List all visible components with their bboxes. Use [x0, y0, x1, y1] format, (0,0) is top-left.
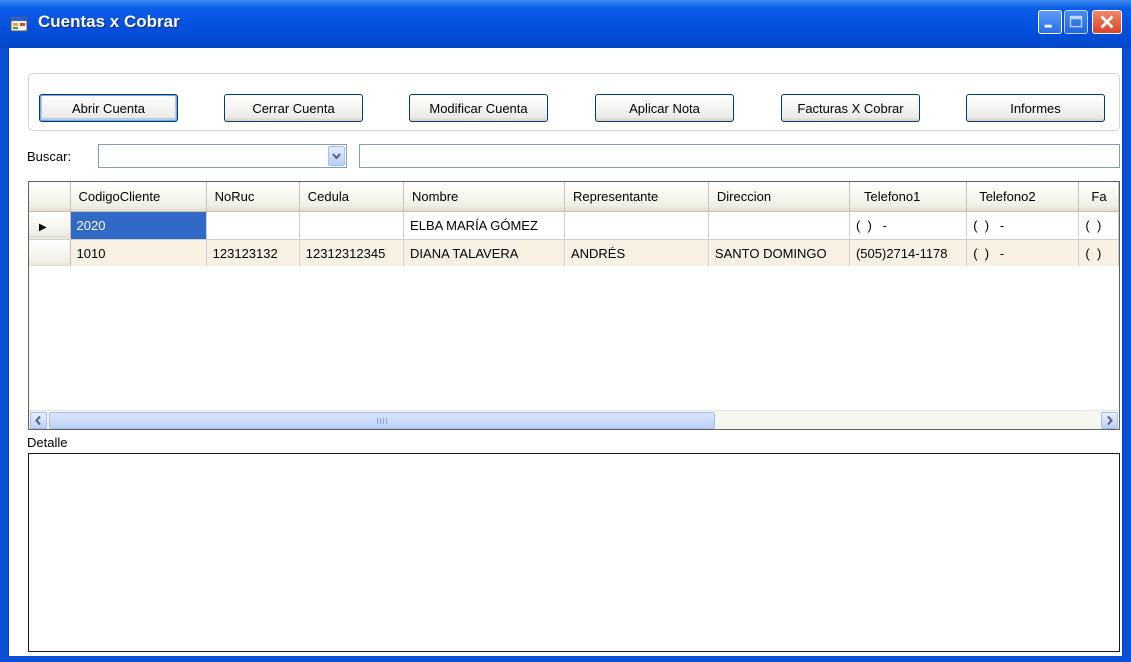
minimize-icon: [1044, 24, 1052, 28]
table-cell[interactable]: [708, 211, 850, 240]
detail-panel[interactable]: [28, 453, 1120, 652]
title-bar[interactable]: Cuentas x Cobrar: [0, 0, 1131, 48]
table-cell[interactable]: ( ) -: [966, 211, 1080, 240]
column-header[interactable]: Telefono2: [966, 182, 1080, 212]
column-header[interactable]: Nombre: [403, 182, 565, 212]
table-cell[interactable]: (505)2714-1178: [849, 239, 968, 268]
horizontal-scrollbar[interactable]: [29, 410, 1119, 429]
actions-groupbox: Abrir Cuenta Cerrar Cuenta Modificar Cue…: [28, 73, 1120, 131]
app-form-icon: [10, 16, 28, 32]
table-cell[interactable]: 12312312345: [299, 239, 405, 268]
table-cell[interactable]: ( ) -: [849, 211, 968, 240]
close-button[interactable]: [1092, 10, 1122, 34]
facturas-x-cobrar-button[interactable]: Facturas X Cobrar: [781, 94, 920, 122]
cerrar-cuenta-button[interactable]: Cerrar Cuenta: [224, 94, 363, 122]
scroll-thumb[interactable]: [49, 412, 715, 429]
table-cell[interactable]: ELBA MARÍA GÓMEZ: [403, 211, 565, 240]
table-cell[interactable]: 1010: [70, 239, 207, 268]
chevron-left-icon: [35, 415, 41, 426]
detalle-label: Detalle: [27, 435, 68, 450]
combo-dropdown-button[interactable]: [328, 146, 345, 166]
corner-header[interactable]: [29, 182, 71, 212]
minimize-button[interactable]: [1038, 10, 1062, 34]
scroll-right-button[interactable]: [1101, 412, 1118, 429]
table-cell[interactable]: DIANA TALAVERA: [403, 239, 565, 268]
column-header[interactable]: Direccion: [708, 182, 850, 212]
datagrid-empty-area: [29, 266, 1119, 410]
current-row-indicator-icon: ▶: [39, 221, 47, 233]
close-icon: [1100, 15, 1114, 29]
scroll-left-button[interactable]: [30, 412, 47, 429]
form-client-area: Abrir Cuenta Cerrar Cuenta Modificar Cue…: [8, 48, 1123, 656]
chevron-right-icon: [1107, 415, 1113, 426]
table-cell[interactable]: SANTO DOMINGO: [708, 239, 850, 268]
table-cell[interactable]: 2020: [70, 211, 207, 240]
datagrid-table: CodigoCliente NoRuc Cedula Nombre Repres…: [29, 182, 1119, 268]
window-title: Cuentas x Cobrar: [38, 12, 180, 31]
scroll-grip: [377, 418, 387, 424]
app-window: Cuentas x Cobrar Abrir Cuenta Cerrar Cue…: [0, 0, 1131, 662]
abrir-cuenta-button[interactable]: Abrir Cuenta: [39, 94, 178, 122]
aplicar-nota-button[interactable]: Aplicar Nota: [595, 94, 734, 122]
table-cell[interactable]: [299, 211, 405, 240]
maximize-button[interactable]: [1064, 10, 1088, 34]
column-header[interactable]: Cedula: [299, 182, 405, 212]
table-cell[interactable]: ( ): [1078, 211, 1119, 240]
search-input[interactable]: [359, 144, 1120, 168]
table-cell[interactable]: ANDRÉS: [564, 239, 709, 268]
table-cell[interactable]: ( ) -: [966, 239, 1080, 268]
modificar-cuenta-button[interactable]: Modificar Cuenta: [409, 94, 548, 122]
column-header[interactable]: Telefono1: [849, 182, 968, 212]
row-header[interactable]: [29, 239, 71, 268]
column-header[interactable]: NoRuc: [206, 182, 300, 212]
column-header[interactable]: Representante: [564, 182, 709, 212]
clients-datagrid[interactable]: CodigoCliente NoRuc Cedula Nombre Repres…: [28, 181, 1120, 430]
table-cell[interactable]: [206, 211, 300, 240]
datagrid-viewport: CodigoCliente NoRuc Cedula Nombre Repres…: [29, 182, 1119, 410]
search-field-combo[interactable]: [98, 144, 347, 168]
buscar-label: Buscar:: [27, 149, 72, 164]
table-cell[interactable]: 123123132: [206, 239, 300, 268]
table-cell[interactable]: ( ): [1078, 239, 1119, 268]
table-row[interactable]: ▶ 2020 ELBA MARÍA GÓMEZ ( ) - ( ) - ( ): [29, 211, 1119, 240]
column-header[interactable]: CodigoCliente: [70, 182, 207, 212]
row-header[interactable]: ▶: [29, 211, 71, 240]
maximize-icon: [1069, 15, 1083, 28]
table-row[interactable]: 1010 123123132 12312312345 DIANA TALAVER…: [29, 239, 1119, 268]
column-header[interactable]: Fa: [1078, 182, 1119, 212]
table-cell[interactable]: [564, 211, 709, 240]
informes-button[interactable]: Informes: [966, 94, 1105, 122]
chevron-down-icon: [332, 153, 341, 160]
